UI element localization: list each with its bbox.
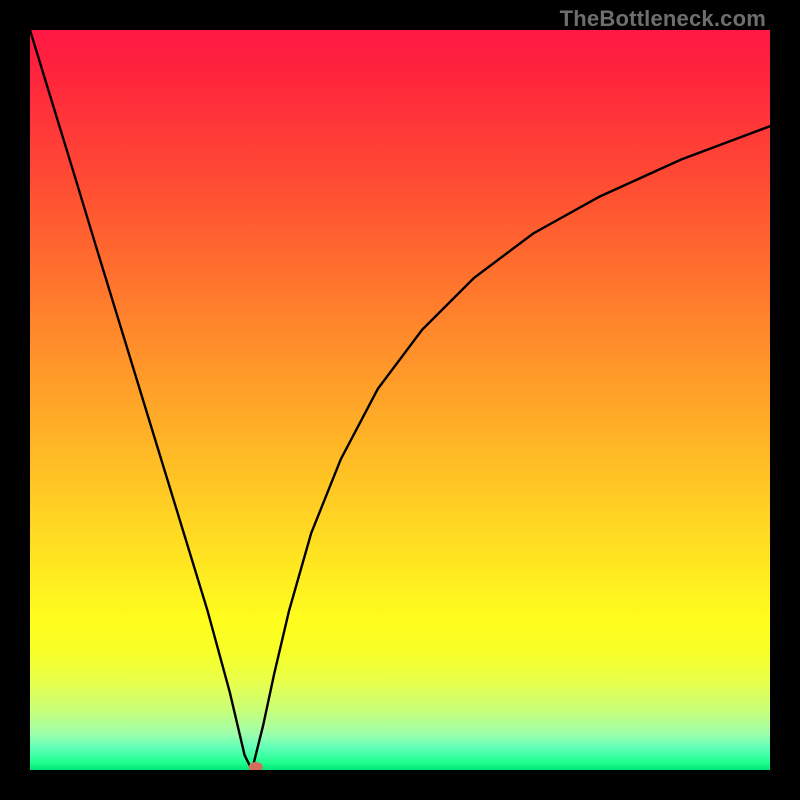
- watermark-text: TheBottleneck.com: [560, 6, 766, 32]
- chart-svg: [30, 30, 770, 770]
- chart-frame: TheBottleneck.com: [0, 0, 800, 800]
- curve-left: [30, 30, 252, 770]
- plot-area: [30, 30, 770, 770]
- minimum-marker: [249, 762, 263, 770]
- curve-right: [252, 126, 770, 770]
